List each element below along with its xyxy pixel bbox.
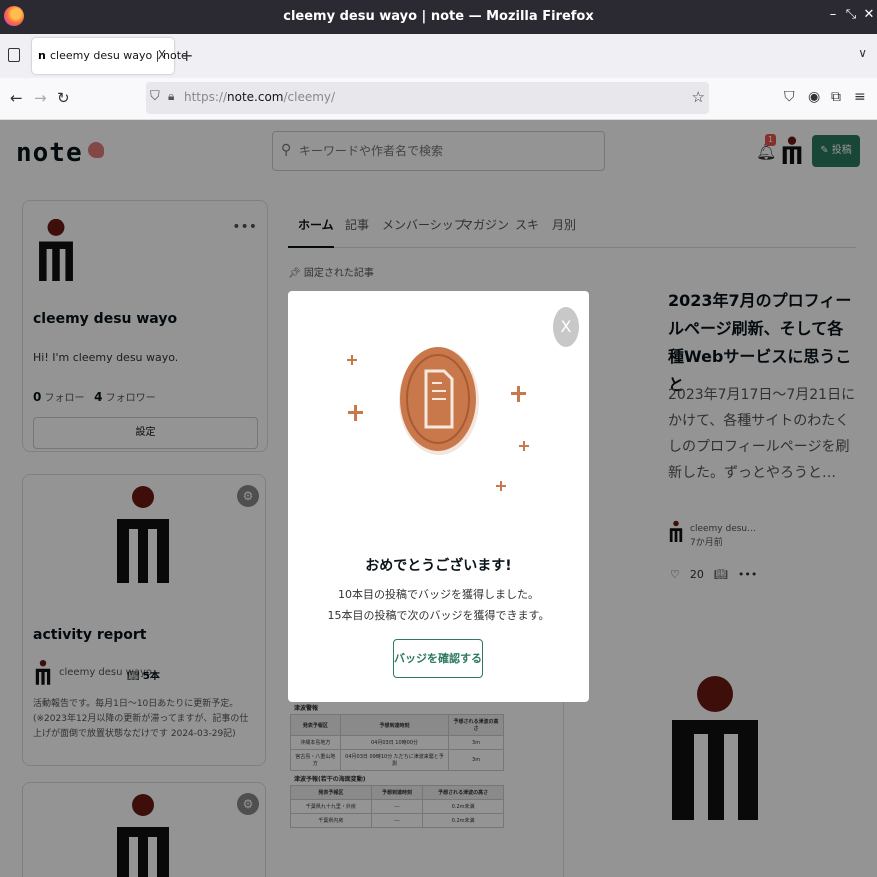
lock-icon[interactable]: 🔒︎: [168, 89, 174, 104]
badge-illustration: [347, 347, 529, 491]
minimize-icon[interactable]: –: [826, 7, 840, 22]
menu-icon[interactable]: ≡: [854, 89, 866, 105]
browser-tab[interactable]: n cleemy desu wayo | note X: [32, 38, 188, 74]
tab-strip: n cleemy desu wayo | note X + ∨: [0, 34, 877, 78]
tab-list-icon[interactable]: [8, 48, 20, 62]
url-text[interactable]: https://note.com/cleemy/: [184, 90, 335, 104]
modal-heading: おめでとうございます!: [365, 558, 512, 574]
window-titlebar: cleemy desu wayo | note — Mozilla Firefo…: [0, 0, 877, 34]
tab-label: cleemy desu wayo | note: [50, 49, 188, 62]
note-favicon-icon: n: [38, 49, 46, 62]
chevron-down-icon[interactable]: ∨: [858, 46, 867, 60]
navigation-toolbar: ← → ↻ ⛉ 🔒︎ https://note.com/cleemy/ ☆ ⛉ …: [0, 78, 877, 120]
back-icon[interactable]: ←: [10, 89, 23, 107]
badge-modal: X おめでとうございます! 10本目の投稿でバッジを獲得しました。 15本目の投…: [288, 291, 589, 702]
close-icon[interactable]: X: [553, 307, 579, 347]
reload-icon[interactable]: ↻: [57, 89, 70, 107]
window-title: cleemy desu wayo | note — Mozilla Firefo…: [283, 9, 594, 24]
forward-icon[interactable]: →: [34, 89, 47, 107]
modal-message-1: 10本目の投稿でバッジを獲得しました。: [338, 588, 539, 601]
tab-close-icon[interactable]: X: [158, 48, 166, 62]
url-bar[interactable]: ⛉ 🔒︎ https://note.com/cleemy/ ☆: [146, 82, 709, 114]
close-window-icon[interactable]: ✕: [862, 7, 876, 22]
new-tab-icon[interactable]: +: [180, 46, 193, 65]
bookmark-star-icon[interactable]: ☆: [692, 88, 705, 106]
view-badge-button[interactable]: バッジを確認する: [393, 639, 483, 678]
pocket-icon[interactable]: ⛉: [784, 89, 795, 105]
restore-icon[interactable]: ⤡: [844, 7, 858, 22]
extensions-icon[interactable]: ⧉: [831, 89, 841, 105]
account-icon[interactable]: ◉: [808, 89, 820, 105]
modal-message-2: 15本目の投稿で次のバッジを獲得できます。: [327, 609, 550, 622]
shield-icon[interactable]: ⛉: [150, 89, 160, 104]
